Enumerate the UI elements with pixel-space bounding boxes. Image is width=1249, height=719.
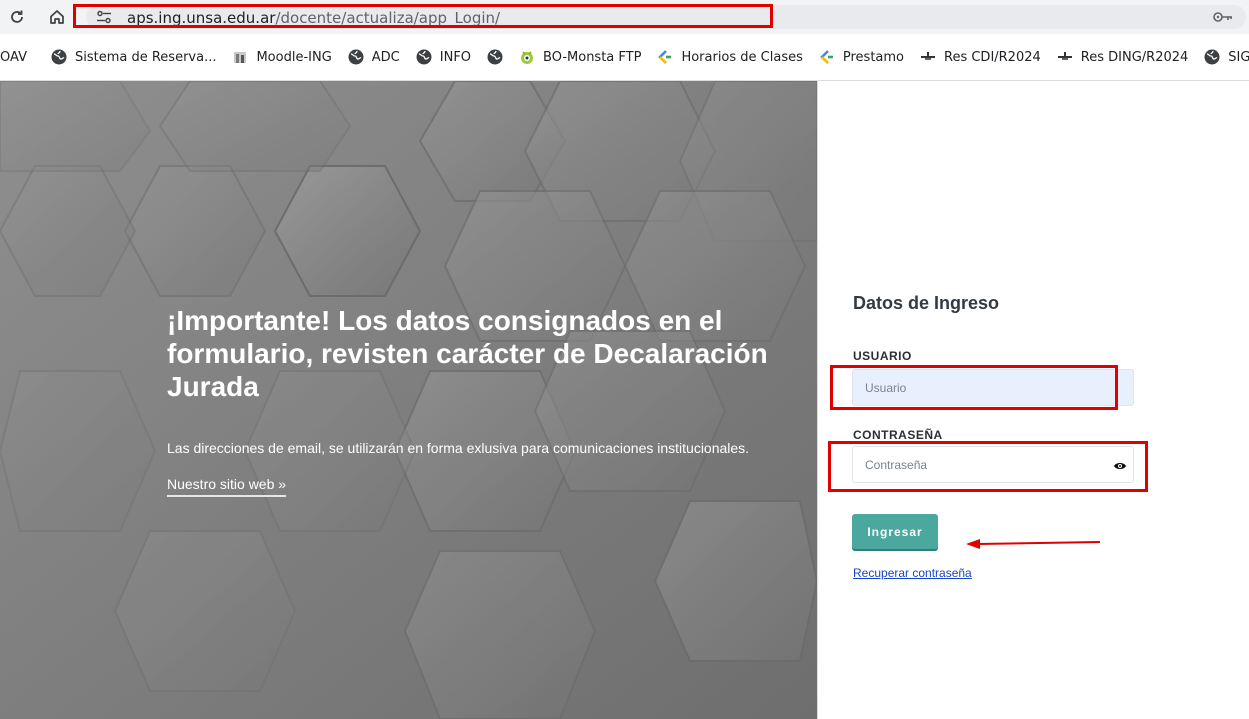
pin-icon: [1057, 49, 1073, 65]
bookmark-label: Sistema de Reserva...: [74, 49, 217, 65]
bookmark-label: Moodle-ING: [256, 49, 332, 65]
reload-icon[interactable]: [5, 5, 29, 29]
hero-panel: ¡Importante! Los datos consignados en el…: [0, 81, 817, 719]
key-icon[interactable]: [1212, 9, 1234, 30]
password-label: CONTRASEÑA: [853, 428, 943, 442]
globe-icon: [1204, 49, 1220, 65]
moodle-icon: [232, 49, 248, 65]
login-button[interactable]: Ingresar: [852, 514, 938, 549]
bookmark-label: INFO: [439, 49, 472, 65]
bookmark-moodle-ing[interactable]: Moodle-ING: [224, 41, 339, 73]
panel-divider: [817, 81, 818, 719]
bookmark-adc[interactable]: ADC: [340, 41, 408, 73]
bookmark-prestamo[interactable]: Prestamo: [811, 41, 912, 73]
bookmark-oav[interactable]: OAV: [0, 41, 35, 73]
recover-password-link[interactable]: Recuperar contraseña: [853, 566, 972, 580]
bookmark-label: Horarios de Clases: [681, 49, 803, 65]
bookmark-res-cdi[interactable]: Res CDI/R2024: [912, 41, 1049, 73]
monsta-icon: [519, 49, 535, 65]
bookmarks-bar: OAV Sistema de Reserva... Moodle-ING ADC…: [0, 34, 1249, 81]
bookmark-sistema-reserva[interactable]: Sistema de Reserva...: [43, 41, 225, 73]
password-highlight-box: [828, 441, 1148, 492]
hero-text: Las direcciones de email, se utilizarán …: [167, 440, 750, 456]
bookmark-info[interactable]: INFO: [408, 41, 479, 73]
bookmark-res-ding[interactable]: Res DING/R2024: [1049, 41, 1197, 73]
bookmark-bo-monsta-ftp[interactable]: BO-Monsta FTP: [511, 41, 649, 73]
globe-icon: [487, 49, 503, 65]
website-link[interactable]: Nuestro sitio web »: [167, 476, 287, 497]
bookmark-globe[interactable]: [479, 41, 511, 73]
user-highlight-box: [830, 365, 1118, 410]
bookmark-label: BO-Monsta FTP: [543, 49, 642, 65]
bookmark-label: Prestamo: [842, 49, 904, 65]
bookmark-label: OAV: [0, 49, 27, 65]
user-label: USUARIO: [853, 349, 912, 363]
bookmark-horarios-clases[interactable]: Horarios de Clases: [649, 41, 810, 73]
home-icon[interactable]: [45, 5, 69, 29]
bookmark-label: SIGAE-A: [1228, 49, 1249, 65]
apps-script-icon: [657, 49, 673, 65]
url-highlight-box: [73, 4, 773, 28]
pin-icon: [920, 49, 936, 65]
apps-script-icon: [819, 49, 835, 65]
bookmark-sigae[interactable]: SIGAE-A: [1196, 41, 1249, 73]
bookmark-label: ADC: [371, 49, 400, 65]
bookmark-label: Res CDI/R2024: [944, 49, 1041, 65]
globe-icon: [416, 49, 432, 65]
globe-icon: [348, 49, 364, 65]
login-title: Datos de Ingreso: [853, 293, 1000, 313]
bookmark-label: Res DING/R2024: [1080, 49, 1189, 65]
globe-icon: [51, 49, 67, 65]
arrow-annotation: [966, 539, 1101, 549]
hero-title: ¡Importante! Los datos consignados en el…: [167, 305, 768, 402]
